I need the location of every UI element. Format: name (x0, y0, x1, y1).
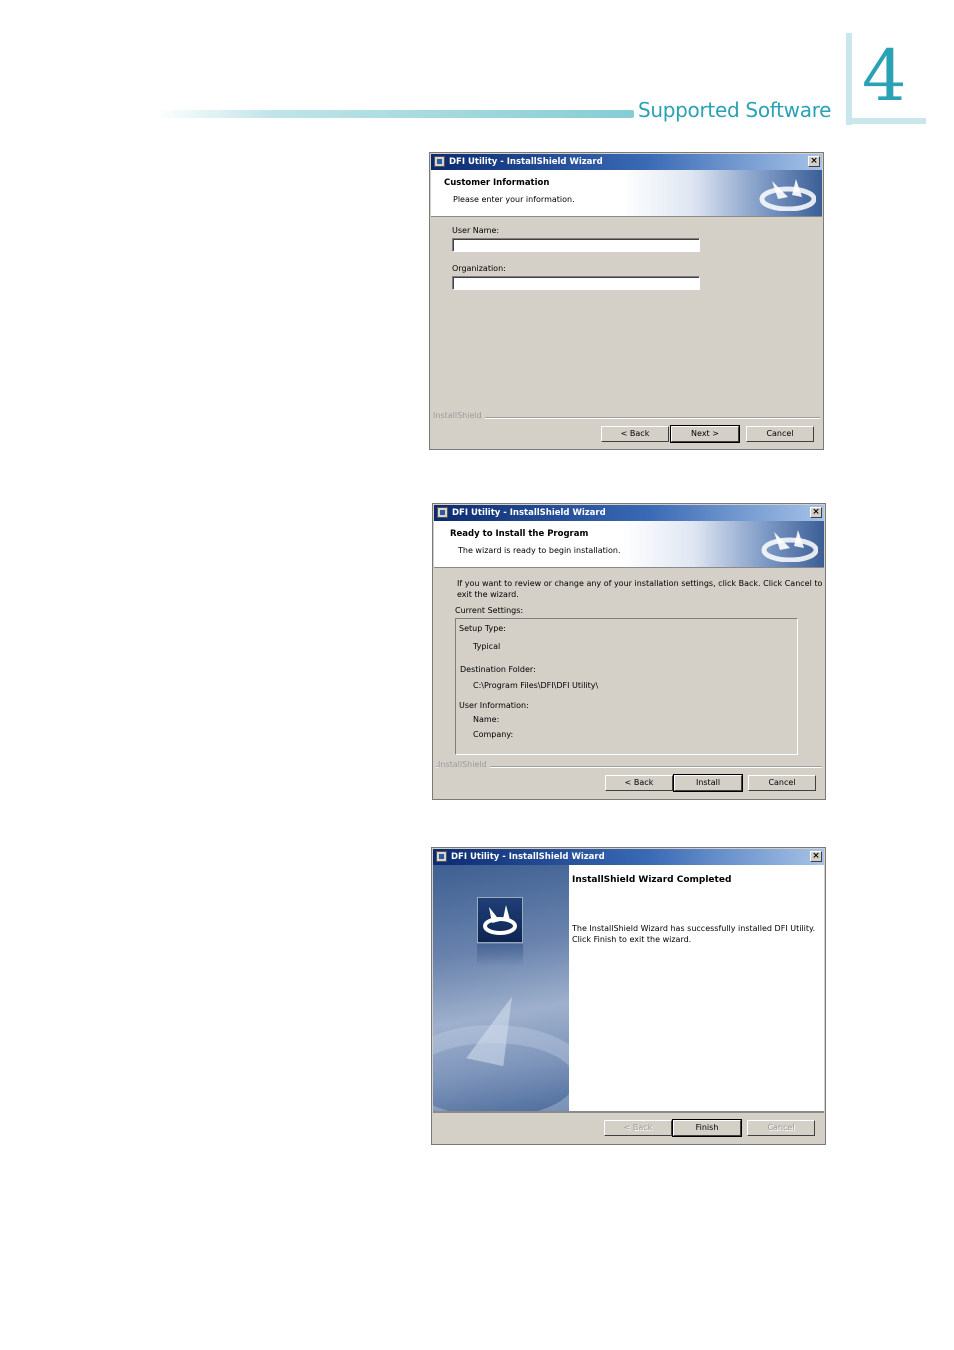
destination-folder-value: C:\Program Files\DFI\DFI Utility\ (473, 681, 599, 690)
cancel-button[interactable]: Cancel (748, 775, 816, 791)
installshield-brand: InstallShield (438, 760, 490, 769)
section-title: Supported Software (638, 98, 832, 122)
installshield-logo-icon (759, 179, 816, 211)
close-icon[interactable]: × (808, 156, 820, 167)
finish-button[interactable]: Finish (672, 1119, 742, 1137)
intro-text-line1: If you want to review or change any of y… (457, 579, 823, 588)
company-label: Company: (473, 730, 514, 739)
current-settings-label: Current Settings: (455, 606, 524, 615)
back-button[interactable]: < Back (605, 775, 673, 791)
user-information-label: User Information: (459, 701, 529, 710)
app-icon (437, 507, 448, 518)
window-title: DFI Utility - InstallShield Wizard (451, 852, 605, 862)
step-subheading: Please enter your information. (453, 195, 575, 204)
wizard-completed-dialog: DFI Utility - InstallShield Wizard × Ins… (431, 847, 826, 1145)
destination-folder-label: Destination Folder: (460, 665, 536, 674)
user-name-label: User Name: (452, 226, 500, 235)
header-rule (156, 110, 634, 118)
completed-message-line2: Click Finish to exit the wizard. (572, 935, 692, 944)
completed-message-line1: The InstallShield Wizard has successfull… (572, 924, 816, 933)
setup-type-value: Typical (473, 642, 501, 651)
install-button[interactable]: Install (673, 774, 743, 792)
app-icon (434, 156, 445, 167)
ready-to-install-dialog: DFI Utility - InstallShield Wizard × Rea… (432, 503, 826, 800)
chapter-bracket-base (846, 118, 926, 124)
title-bar: DFI Utility - InstallShield Wizard × (434, 505, 824, 521)
cancel-button: Cancel (747, 1120, 815, 1136)
step-heading: Customer Information (444, 178, 550, 188)
organization-field[interactable] (452, 276, 700, 290)
close-icon[interactable]: × (810, 851, 822, 862)
back-button[interactable]: < Back (601, 426, 669, 442)
wizard-banner: Customer Information Please enter your i… (431, 170, 822, 217)
setup-type-label: Setup Type: (459, 624, 506, 633)
app-icon (436, 851, 447, 862)
completed-heading: InstallShield Wizard Completed (572, 875, 732, 885)
cancel-button[interactable]: Cancel (746, 426, 814, 442)
installshield-logo-icon (761, 530, 818, 562)
content-panel: InstallShield Wizard Completed The Insta… (569, 865, 824, 1111)
title-bar: DFI Utility - InstallShield Wizard × (433, 849, 824, 865)
window-title: DFI Utility - InstallShield Wizard (449, 157, 603, 167)
name-label: Name: (473, 715, 500, 724)
footer-divider (433, 1111, 824, 1113)
title-bar: DFI Utility - InstallShield Wizard × (431, 154, 822, 170)
organization-label: Organization: (452, 264, 506, 273)
side-artwork (433, 865, 569, 1111)
footer-divider (433, 417, 820, 419)
next-button[interactable]: Next > (670, 425, 740, 443)
step-subheading: The wizard is ready to begin installatio… (458, 546, 621, 555)
window-title: DFI Utility - InstallShield Wizard (452, 508, 606, 518)
back-button: < Back (604, 1120, 672, 1136)
chapter-number: 4 (862, 35, 907, 117)
wizard-banner: Ready to Install the Program The wizard … (434, 521, 824, 568)
customer-info-dialog: DFI Utility - InstallShield Wizard × Cus… (429, 152, 824, 450)
step-heading: Ready to Install the Program (450, 529, 589, 539)
installshield-logo-icon (477, 897, 523, 943)
chapter-bracket (846, 33, 852, 125)
footer-divider (436, 766, 822, 768)
intro-text-line2: exit the wizard. (457, 590, 519, 599)
user-name-field[interactable] (452, 238, 700, 252)
close-icon[interactable]: × (810, 507, 822, 518)
installshield-brand: InstallShield (433, 411, 485, 420)
